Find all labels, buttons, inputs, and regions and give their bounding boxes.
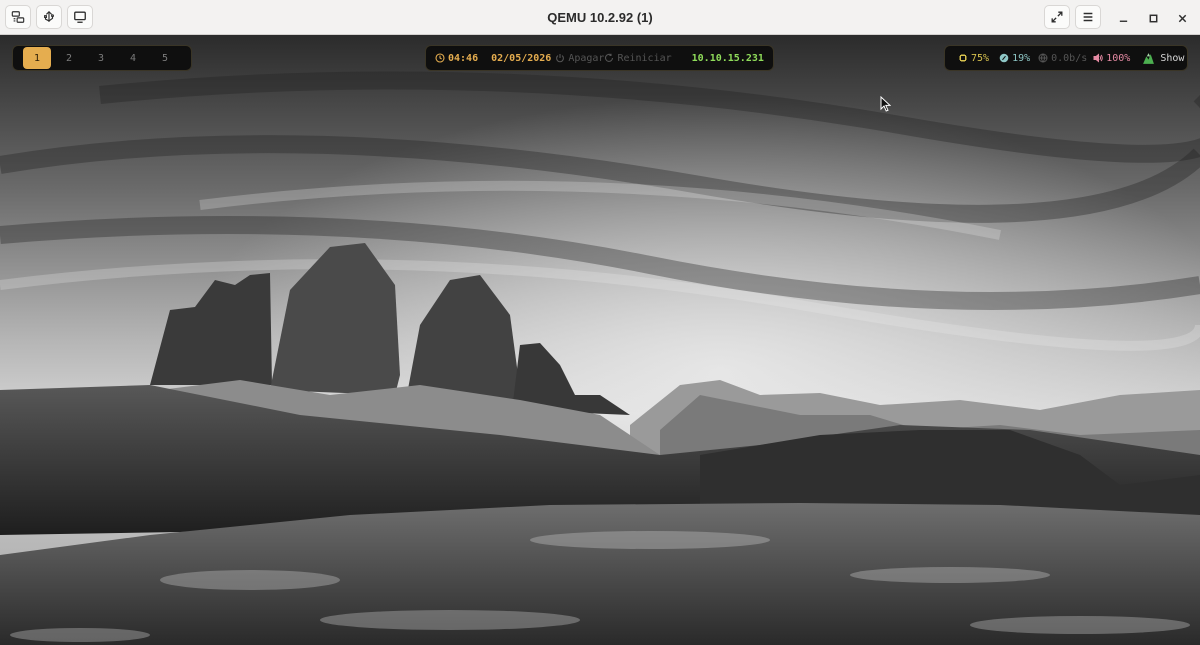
clock-icon	[435, 53, 445, 63]
minimize-button[interactable]	[1112, 7, 1134, 29]
restart-button[interactable]: Reiniciar	[604, 52, 672, 64]
mouse-cursor-icon	[880, 96, 891, 112]
restart-label: Reiniciar	[617, 52, 672, 64]
vm-display[interactable]: 1 2 3 4 5 04:46 02/05/2026 Apagar Reinic…	[0, 35, 1200, 645]
date: 02/05/2026	[491, 52, 552, 64]
workspace-1[interactable]: 1	[23, 47, 51, 69]
restart-icon	[605, 53, 614, 62]
usb-devices-icon	[44, 10, 54, 22]
status-module: 75% 19% 0.0b/s 100% Show	[944, 45, 1188, 71]
wallpaper-image	[0, 35, 1200, 645]
clock[interactable]: 04:46	[435, 53, 478, 64]
maximize-icon	[1149, 14, 1157, 22]
hamburger-menu-button[interactable]	[1075, 5, 1101, 29]
clock-power-module: 04:46 02/05/2026 Apagar Reiniciar 10.10.…	[425, 45, 774, 71]
maximize-button[interactable]	[1142, 7, 1164, 29]
ip-address: 10.10.15.231	[691, 52, 764, 64]
usb-devices-button[interactable]	[36, 5, 62, 29]
network-value: 0.0b/s	[1051, 52, 1088, 64]
workspaces-module: 1 2 3 4 5	[12, 45, 192, 71]
cpu-icon	[959, 54, 967, 62]
memory-value: 19%	[1012, 52, 1031, 64]
cpu-value: 75%	[971, 52, 990, 64]
memory-usage[interactable]: 19%	[999, 53, 1030, 64]
show-desktop-button[interactable]: Show	[1142, 52, 1184, 65]
memory-icon	[999, 53, 1009, 63]
volume-value: 100%	[1106, 52, 1131, 64]
workspace-4[interactable]: 4	[119, 47, 147, 69]
shutdown-button[interactable]: Apagar	[555, 53, 604, 64]
network-speed[interactable]: 0.0b/s	[1038, 53, 1087, 64]
monitor-icon	[74, 11, 86, 23]
close-button[interactable]	[1171, 7, 1193, 29]
apps-icon	[1143, 52, 1155, 64]
workspace-2[interactable]: 2	[55, 47, 83, 69]
workspace-3[interactable]: 3	[87, 47, 115, 69]
volume[interactable]: 100%	[1093, 53, 1130, 64]
close-icon	[1178, 14, 1186, 22]
show-label: Show	[1160, 52, 1185, 64]
workspace-5[interactable]: 5	[151, 47, 179, 69]
shutdown-label: Apagar	[568, 52, 605, 64]
power-icon	[556, 54, 565, 63]
cpu-usage[interactable]: 75%	[958, 53, 989, 64]
hamburger-menu-icon	[1083, 12, 1093, 22]
minimize-icon	[1119, 20, 1127, 22]
window-titlebar: QEMU 10.2.92 (1)	[0, 0, 1200, 35]
clock-time: 04:46	[448, 52, 479, 64]
fullscreen-icon	[1051, 11, 1063, 23]
monitor-button[interactable]	[67, 5, 93, 29]
network-icon	[1038, 53, 1048, 63]
volume-icon	[1093, 53, 1104, 63]
display-settings-icon	[11, 11, 25, 23]
fullscreen-button[interactable]	[1044, 5, 1070, 29]
display-settings-button[interactable]	[5, 5, 31, 29]
window-title: QEMU 10.2.92 (1)	[547, 10, 653, 25]
